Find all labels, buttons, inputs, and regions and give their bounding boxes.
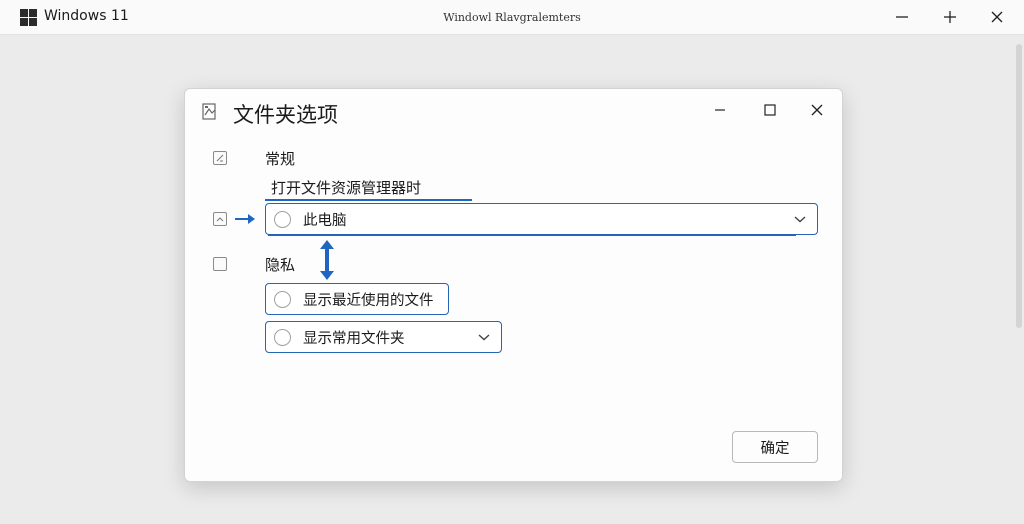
double-arrow-icon [320,240,334,280]
open-explorer-dropdown[interactable]: 此电脑 [265,203,818,236]
dialog-maximize-button[interactable] [757,99,783,121]
dialog-title: 文件夹选项 [233,103,338,127]
window-close-button[interactable] [985,6,1009,28]
dialog-close-button[interactable] [804,99,830,121]
show-frequent-folders-dropdown[interactable]: 显示常用文件夹 [265,321,502,353]
privacy-label: 隐私 [265,256,296,274]
arrow-right-icon [235,214,255,224]
general-label: 常规 [265,150,296,168]
open-explorer-underline [265,199,472,201]
show-frequent-folders-label: 显示常用文件夹 [303,330,405,347]
close-icon [811,104,823,116]
dialog-minimize-button[interactable] [707,99,733,121]
maximize-icon [944,11,956,23]
folder-options-dialog: 文件夹选项 常规 打开文件资源管理器时 此电脑 隐私 显示最近使用的文件 显示常… [184,88,843,482]
show-recent-files-label: 显示最近使用的文件 [303,292,434,309]
window-minimize-button[interactable] [890,6,914,28]
open-explorer-value: 此电脑 [303,212,347,229]
chevron-down-icon [794,216,806,223]
window-titlebar: Windows 11 Windowl Rlavgralemters [0,0,1024,35]
ok-button[interactable]: 确定 [732,431,818,463]
window-center-title: Windowl Rlavgralemters [443,11,581,24]
maximize-icon [764,104,776,116]
navigation-section-icon [213,212,227,226]
close-icon [991,11,1003,23]
privacy-checkbox[interactable] [213,257,227,271]
show-recent-files-radio[interactable] [274,290,291,308]
show-frequent-folders-radio[interactable] [274,328,291,346]
open-explorer-label: 打开文件资源管理器时 [271,179,422,197]
folder-options-icon [202,103,216,120]
chevron-down-icon [478,334,490,341]
minimize-icon [715,109,725,111]
general-section-icon [213,151,227,165]
show-recent-files-option[interactable]: 显示最近使用的文件 [265,283,449,315]
window-scrollbar[interactable] [1016,44,1022,328]
minimize-icon [896,16,908,18]
window-maximize-button[interactable] [938,6,962,28]
open-explorer-radio[interactable] [274,210,291,228]
